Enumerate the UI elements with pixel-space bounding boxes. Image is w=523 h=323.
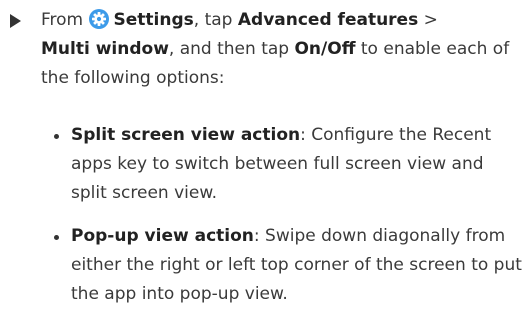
on-off-label: On/Off — [294, 39, 356, 59]
and-then-tap-text: , and then tap — [168, 39, 290, 59]
option-title: Pop-up view action — [71, 226, 254, 246]
menu-arrow: > — [418, 10, 438, 30]
settings-gear-icon — [88, 9, 109, 29]
multi-window-label: Multi window — [41, 39, 169, 59]
options-list: Split screen view action: Configure the … — [54, 121, 523, 323]
bullet-dot — [54, 134, 59, 139]
tap-text: , tap — [193, 10, 233, 30]
settings-label: Settings — [113, 10, 194, 30]
list-item: Split screen view action: Configure the … — [54, 121, 523, 208]
list-item: Pop-up view action: Swipe down diagonall… — [54, 222, 523, 309]
bullet-dot — [54, 235, 59, 240]
instruction-text: From Settings, tap Advanced features > Mu… — [41, 6, 521, 93]
from-text: From — [41, 10, 84, 30]
play-triangle-icon — [10, 14, 21, 28]
option-title: Split screen view action — [71, 125, 301, 145]
advanced-features-label: Advanced features — [237, 10, 419, 30]
